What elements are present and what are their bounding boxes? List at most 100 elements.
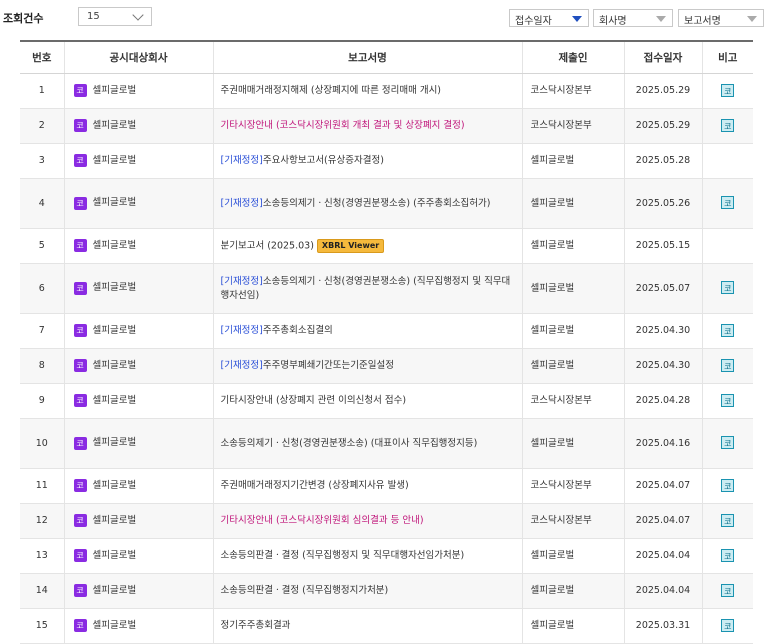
note-cell [702, 143, 753, 179]
header-date: 접수일자 [624, 40, 703, 74]
date-cell: 2025.04.07 [624, 468, 703, 504]
date-cell: 2025.05.15 [624, 228, 703, 264]
note-cell: 코 [702, 263, 753, 314]
date-cell: 2025.04.16 [624, 418, 703, 469]
kosdaq-note-icon[interactable]: 코 [721, 478, 735, 492]
company-link[interactable]: 셀피글로벌 [93, 515, 137, 526]
result-count-select[interactable]: 15 [78, 7, 152, 26]
table-row: 8 코 셀피글로벌 [기재정정]주주명부폐쇄기간또는기준일설정 셀피글로벌 2025.04… [20, 348, 753, 384]
result-count-label: 조회건수 [3, 12, 44, 25]
row-number: 14 [20, 573, 65, 609]
report-cell: 분기보고서 (2025.03) XBRL Viewer [213, 228, 523, 264]
correction-tag[interactable]: [기재정정] [221, 360, 263, 371]
report-title-link[interactable]: 정기주주총회결과 [221, 620, 291, 631]
report-title-link[interactable]: 분기보고서 (2025.03) [221, 240, 314, 251]
sort-by-date-label: 접수일자 [515, 16, 552, 27]
company-link[interactable]: 셀피글로벌 [93, 197, 137, 208]
report-title-link[interactable]: 주주총회소집결의 [263, 325, 333, 336]
report-title-link[interactable]: 주권매매거래정지해제 (상장폐지에 따른 정리매매 개시) [221, 85, 442, 96]
company-link[interactable]: 셀피글로벌 [93, 282, 137, 293]
note-cell: 코 [702, 573, 753, 609]
report-title-link[interactable]: 소송등의판결ㆍ결정 (직무집행정지가처분) [221, 585, 389, 596]
note-cell: 코 [702, 418, 753, 469]
header-note: 비고 [702, 40, 753, 74]
kosdaq-note-icon[interactable]: 코 [721, 323, 735, 337]
note-cell: 코 [702, 383, 753, 419]
company-link[interactable]: 셀피글로벌 [93, 550, 137, 561]
kosdaq-market-icon: 코 [73, 394, 87, 408]
report-title-link[interactable]: 소송등의제기ㆍ신청(경영권분쟁소송) (직무집행정지 및 직무대행자선임) [221, 276, 511, 301]
report-title-link[interactable]: 주요사항보고서(유상증자결정) [263, 155, 384, 166]
kosdaq-note-icon[interactable]: 코 [721, 583, 735, 597]
row-number: 13 [20, 538, 65, 574]
report-cell: [기재정정]소송등의제기ㆍ신청(경영권분쟁소송) (주주총회소집허가) [213, 178, 523, 229]
correction-tag[interactable]: [기재정정] [221, 276, 263, 287]
company-link[interactable]: 셀피글로벌 [93, 120, 137, 131]
company-cell: 코 셀피글로벌 [64, 468, 214, 504]
submitter-cell: 셀피글로벌 [522, 418, 625, 469]
note-cell: 코 [702, 503, 753, 539]
company-link[interactable]: 셀피글로벌 [93, 585, 137, 596]
table-row: 13 코 셀피글로벌 소송등의판결ㆍ결정 (직무집행정지 및 직무대행자선임가처분) 셀… [20, 538, 753, 574]
note-cell: 코 [702, 108, 753, 144]
table-row: 14 코 셀피글로벌 소송등의판결ㆍ결정 (직무집행정지가처분) 셀피글로벌 2025.0… [20, 573, 753, 609]
kosdaq-note-icon[interactable]: 코 [721, 548, 735, 562]
report-title-link[interactable]: 주주명부폐쇄기간또는기준일설정 [263, 360, 394, 371]
kosdaq-note-icon[interactable]: 코 [721, 281, 735, 294]
kosdaq-market-icon: 코 [73, 549, 87, 563]
sort-arrow-icon [656, 16, 666, 22]
kosdaq-note-icon[interactable]: 코 [721, 358, 735, 372]
company-link[interactable]: 셀피글로벌 [93, 620, 137, 631]
kosdaq-note-icon[interactable]: 코 [721, 83, 735, 97]
date-cell: 2025.03.31 [624, 608, 703, 644]
report-cell: [기재정정]소송등의제기ㆍ신청(경영권분쟁소송) (직무집행정지 및 직무대행자… [213, 263, 523, 314]
note-cell: 코 [702, 178, 753, 229]
date-cell: 2025.05.29 [624, 73, 703, 109]
report-title-link[interactable]: 기타시장안내 (상장폐지 관련 이의신청서 접수) [221, 395, 407, 406]
row-number: 12 [20, 503, 65, 539]
company-link[interactable]: 셀피글로벌 [93, 325, 137, 336]
report-title-link[interactable]: 주권매매거래정지기간변경 (상장폐지사유 발생) [221, 480, 409, 491]
company-link[interactable]: 셀피글로벌 [93, 480, 137, 491]
correction-tag[interactable]: [기재정정] [221, 198, 263, 209]
company-cell: 코 셀피글로벌 [64, 538, 214, 574]
company-link[interactable]: 셀피글로벌 [93, 155, 137, 166]
disclosure-table: 번호 공시대상회사 보고서명 제출인 접수일자 비고 1 코 셀피글로벌 주권매매거래… [20, 40, 753, 644]
report-title-link[interactable]: 기타시장안내 (코스닥시장위원회 개최 결과 및 상장폐지 결정) [221, 120, 465, 131]
kosdaq-note-icon[interactable]: 코 [721, 436, 735, 449]
kosdaq-note-icon[interactable]: 코 [721, 513, 735, 527]
company-link[interactable]: 셀피글로벌 [93, 240, 137, 251]
kosdaq-note-icon[interactable]: 코 [721, 118, 735, 132]
report-cell: [기재정정]주주명부폐쇄기간또는기준일설정 [213, 348, 523, 384]
chevron-down-icon [132, 9, 144, 21]
company-cell: 코 셀피글로벌 [64, 608, 214, 644]
date-cell: 2025.04.04 [624, 538, 703, 574]
report-cell: 정기주주총회결과 [213, 608, 523, 644]
submitter-cell: 셀피글로벌 [522, 143, 625, 179]
sort-arrow-icon [747, 16, 757, 22]
company-link[interactable]: 셀피글로벌 [93, 360, 137, 371]
kosdaq-note-icon[interactable]: 코 [721, 618, 735, 632]
date-cell: 2025.05.28 [624, 143, 703, 179]
xbrl-viewer-button[interactable]: XBRL Viewer [316, 238, 385, 253]
company-link[interactable]: 셀피글로벌 [93, 395, 137, 406]
company-link[interactable]: 셀피글로벌 [93, 85, 137, 96]
correction-tag[interactable]: [기재정정] [221, 155, 263, 166]
company-cell: 코 셀피글로벌 [64, 263, 214, 314]
sort-by-date-button[interactable]: 접수일자 [509, 9, 589, 27]
company-cell: 코 셀피글로벌 [64, 383, 214, 419]
kosdaq-note-icon[interactable]: 코 [721, 393, 735, 407]
kosdaq-note-icon[interactable]: 코 [721, 196, 735, 209]
sort-by-company-button[interactable]: 회사명 [593, 9, 673, 27]
table-header-row: 번호 공시대상회사 보고서명 제출인 접수일자 비고 [20, 40, 753, 74]
report-title-link[interactable]: 소송등의제기ㆍ신청(경영권분쟁소송) (대표이사 직무집행정지등) [221, 438, 478, 449]
correction-tag[interactable]: [기재정정] [221, 325, 263, 336]
report-title-link[interactable]: 소송등의제기ㆍ신청(경영권분쟁소송) (주주총회소집허가) [263, 198, 491, 209]
report-title-link[interactable]: 소송등의판결ㆍ결정 (직무집행정지 및 직무대행자선임가처분) [221, 550, 465, 561]
report-cell: 소송등의판결ㆍ결정 (직무집행정지 및 직무대행자선임가처분) [213, 538, 523, 574]
table-row: 11 코 셀피글로벌 주권매매거래정지기간변경 (상장폐지사유 발생) 코스닥시장본부 2… [20, 468, 753, 504]
sort-by-report-button[interactable]: 보고서명 [678, 9, 764, 27]
company-link[interactable]: 셀피글로벌 [93, 437, 137, 448]
report-title-link[interactable]: 기타시장안내 (코스닥시장위원회 심의결과 등 안내) [221, 515, 424, 526]
report-cell: 주권매매거래정지해제 (상장폐지에 따른 정리매매 개시) [213, 73, 523, 109]
